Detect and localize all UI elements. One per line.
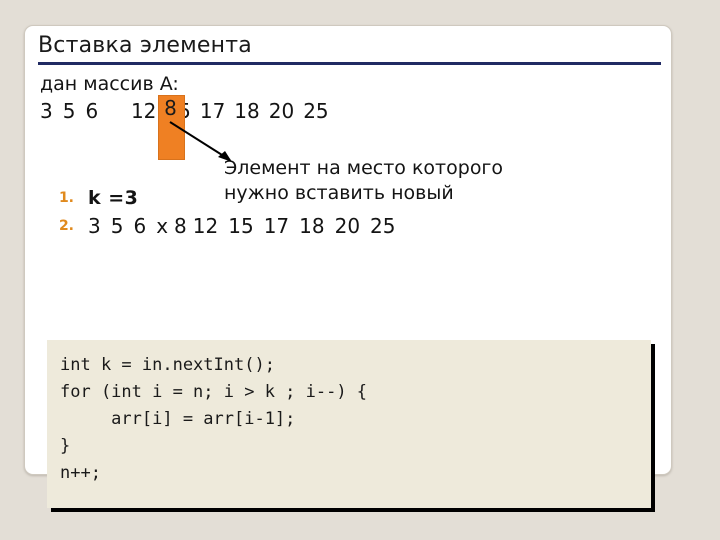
- array-cell: 3: [40, 99, 53, 123]
- slide: Вставка элемента дан массив A: 356812151…: [24, 25, 672, 508]
- list-item: 2. 3 5 6 x 8 12 15 17 18 20 25: [40, 212, 660, 240]
- step2-token: 15: [228, 214, 254, 238]
- page-title: Вставка элемента: [38, 33, 252, 58]
- array-label: дан массив A:: [40, 73, 179, 95]
- code-text: int k = in.nextInt(); for (int i = n; i …: [60, 355, 368, 483]
- step2-token: 12: [192, 214, 219, 238]
- steps-list: 1. k =3 2. 3 5 6 x 8 12 15 17 18 20 25: [40, 184, 660, 240]
- step2-token: 3: [88, 214, 101, 238]
- step2-token-inserted: x: [156, 214, 169, 238]
- list-item: 1. k =3: [40, 184, 660, 212]
- pointer-arrow-icon: [169, 121, 232, 162]
- array-values-row: 3568121517182025 8: [40, 95, 661, 160]
- highlight-value-label: 8: [164, 96, 177, 120]
- step2-token: 18: [299, 214, 325, 238]
- step2-token: 17: [263, 214, 290, 238]
- list-marker: 1.: [58, 190, 74, 206]
- step2-token: 6: [133, 214, 147, 238]
- step2-token: 20: [334, 214, 361, 238]
- step2-token: 25: [370, 214, 396, 238]
- list-item-label: 3 5 6 x 8 12 15 17 18 20 25: [88, 212, 406, 240]
- list-item-label: k =3: [88, 187, 139, 209]
- title-divider: [38, 62, 661, 65]
- list-marker: 2.: [58, 218, 74, 234]
- array-cell: 6: [85, 99, 99, 123]
- array-cell: 5: [62, 99, 76, 123]
- array-cell: 20: [268, 99, 295, 123]
- array-cell: 25: [303, 99, 329, 123]
- slide-header: Вставка элемента: [38, 32, 661, 65]
- step2-token: 5: [110, 214, 124, 238]
- slide-body: дан массив A: 3568121517182025 8 Элемент…: [38, 72, 661, 508]
- array-cell: 12: [130, 99, 157, 123]
- step2-token: 8: [174, 214, 187, 238]
- code-block: int k = in.nextInt(); for (int i = n; i …: [47, 340, 651, 508]
